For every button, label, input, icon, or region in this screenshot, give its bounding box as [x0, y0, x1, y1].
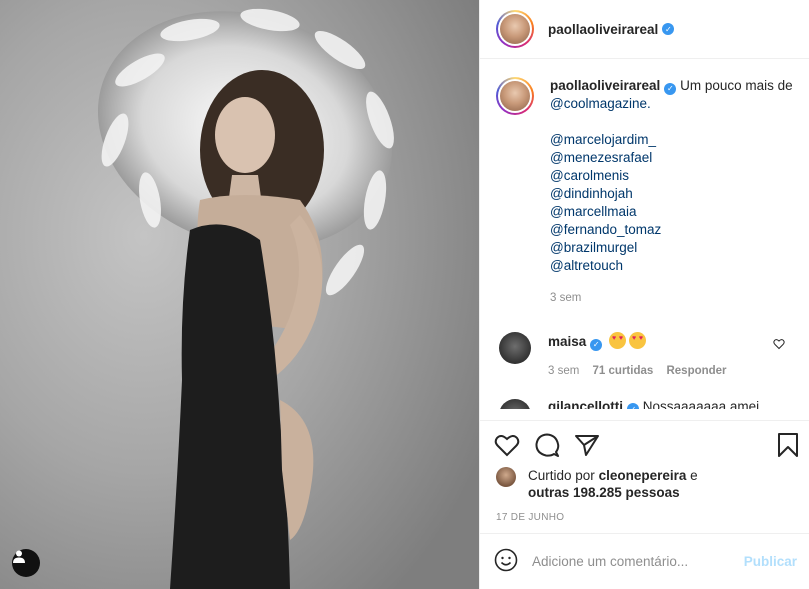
- author-username[interactable]: paollaoliveirareal: [548, 22, 658, 37]
- comment-icon: [535, 433, 560, 457]
- user-tag-button[interactable]: [12, 549, 40, 577]
- post-actions: Curtido por cleonepereira e outras 198.2…: [480, 420, 809, 589]
- likes-prefix: Curtido por: [528, 468, 595, 483]
- comment-text: Nossaaaaaaa amei: [642, 398, 760, 409]
- caption-text: Um pouco mais de: [680, 78, 793, 93]
- verified-icon: ✓: [664, 83, 677, 95]
- caption-time[interactable]: 3 sem: [550, 289, 793, 307]
- likes-suffix: e: [690, 468, 698, 483]
- mention-link[interactable]: @carolmenis: [550, 167, 793, 185]
- heart-eyes-emoji: [629, 332, 647, 349]
- heart-icon: [494, 435, 520, 457]
- likes-others[interactable]: outras 198.285 pessoas: [528, 485, 680, 500]
- mentions-list: @marcelojardim_ @menezesrafael @carolmen…: [550, 131, 793, 275]
- caption: paollaoliveirareal ✓ Um pouco mais de @co…: [496, 77, 793, 307]
- mention-link[interactable]: @altretouch: [550, 257, 793, 275]
- comment-likes[interactable]: 71 curtidas: [593, 365, 654, 377]
- post-date[interactable]: 17 DE JUNHO: [480, 501, 809, 533]
- verified-icon: ✓: [662, 23, 675, 35]
- post-side-panel: paollaoliveirareal ✓ paollaoliveirareal ✓…: [479, 0, 809, 589]
- photo-illustration: [0, 0, 479, 589]
- commenter-avatar[interactable]: [499, 332, 531, 364]
- likes-summary: Curtido por cleonepereira e outras 198.2…: [480, 467, 809, 501]
- caption-author-username[interactable]: paollaoliveirareal: [550, 78, 660, 93]
- user-tag-icon: [13, 550, 25, 563]
- add-comment-bar: Publicar: [480, 533, 809, 589]
- commenter-avatar[interactable]: [499, 398, 531, 409]
- save-icon: [778, 433, 798, 457]
- liker-avatar[interactable]: [496, 467, 516, 487]
- publish-button[interactable]: Publicar: [744, 554, 797, 569]
- comment-like-button[interactable]: [773, 338, 785, 353]
- like-button[interactable]: [494, 433, 520, 457]
- liker-username[interactable]: cleonepereira: [599, 468, 687, 483]
- mention-link[interactable]: @dindinhojah: [550, 185, 793, 203]
- heart-eyes-emoji: [609, 332, 627, 349]
- share-icon: [575, 435, 599, 456]
- mention-link[interactable]: @menezesrafael: [550, 149, 793, 167]
- commenter-username[interactable]: maisa: [548, 334, 586, 349]
- save-button[interactable]: [777, 432, 799, 461]
- mention-link[interactable]: @marcelojardim_: [550, 131, 793, 149]
- comment-item: maisa ✓ 3 sem 71 curtidas Responder: [496, 332, 793, 377]
- mention-link[interactable]: @brazilmurgel: [550, 239, 793, 257]
- heart-icon: [773, 339, 785, 350]
- reply-button[interactable]: Responder: [666, 365, 726, 377]
- caption-mention[interactable]: @coolmagazine.: [550, 96, 651, 111]
- post-photo[interactable]: [0, 0, 479, 589]
- comment-button[interactable]: [534, 432, 560, 458]
- comment-item: gilancellotti ✓ Nossaaaaaaa amei: [496, 398, 793, 409]
- comment-input[interactable]: [532, 554, 744, 569]
- emoji-button[interactable]: [494, 548, 518, 575]
- mention-link[interactable]: @fernando_tomaz: [550, 221, 793, 239]
- comments-list: paollaoliveirareal ✓ Um pouco mais de @co…: [480, 59, 809, 420]
- post-header: paollaoliveirareal ✓: [480, 0, 809, 59]
- verified-icon: ✓: [590, 338, 603, 351]
- share-button[interactable]: [574, 433, 600, 457]
- post-dialog: paollaoliveirareal ✓ paollaoliveirareal ✓…: [0, 0, 809, 589]
- emoji-icon: [494, 548, 518, 572]
- mention-link[interactable]: @marcellmaia: [550, 203, 793, 221]
- verified-icon: ✓: [627, 403, 640, 409]
- author-avatar[interactable]: [496, 10, 534, 48]
- comment-time[interactable]: 3 sem: [548, 365, 579, 377]
- commenter-username[interactable]: gilancellotti: [548, 399, 623, 409]
- caption-author-avatar[interactable]: [496, 77, 534, 115]
